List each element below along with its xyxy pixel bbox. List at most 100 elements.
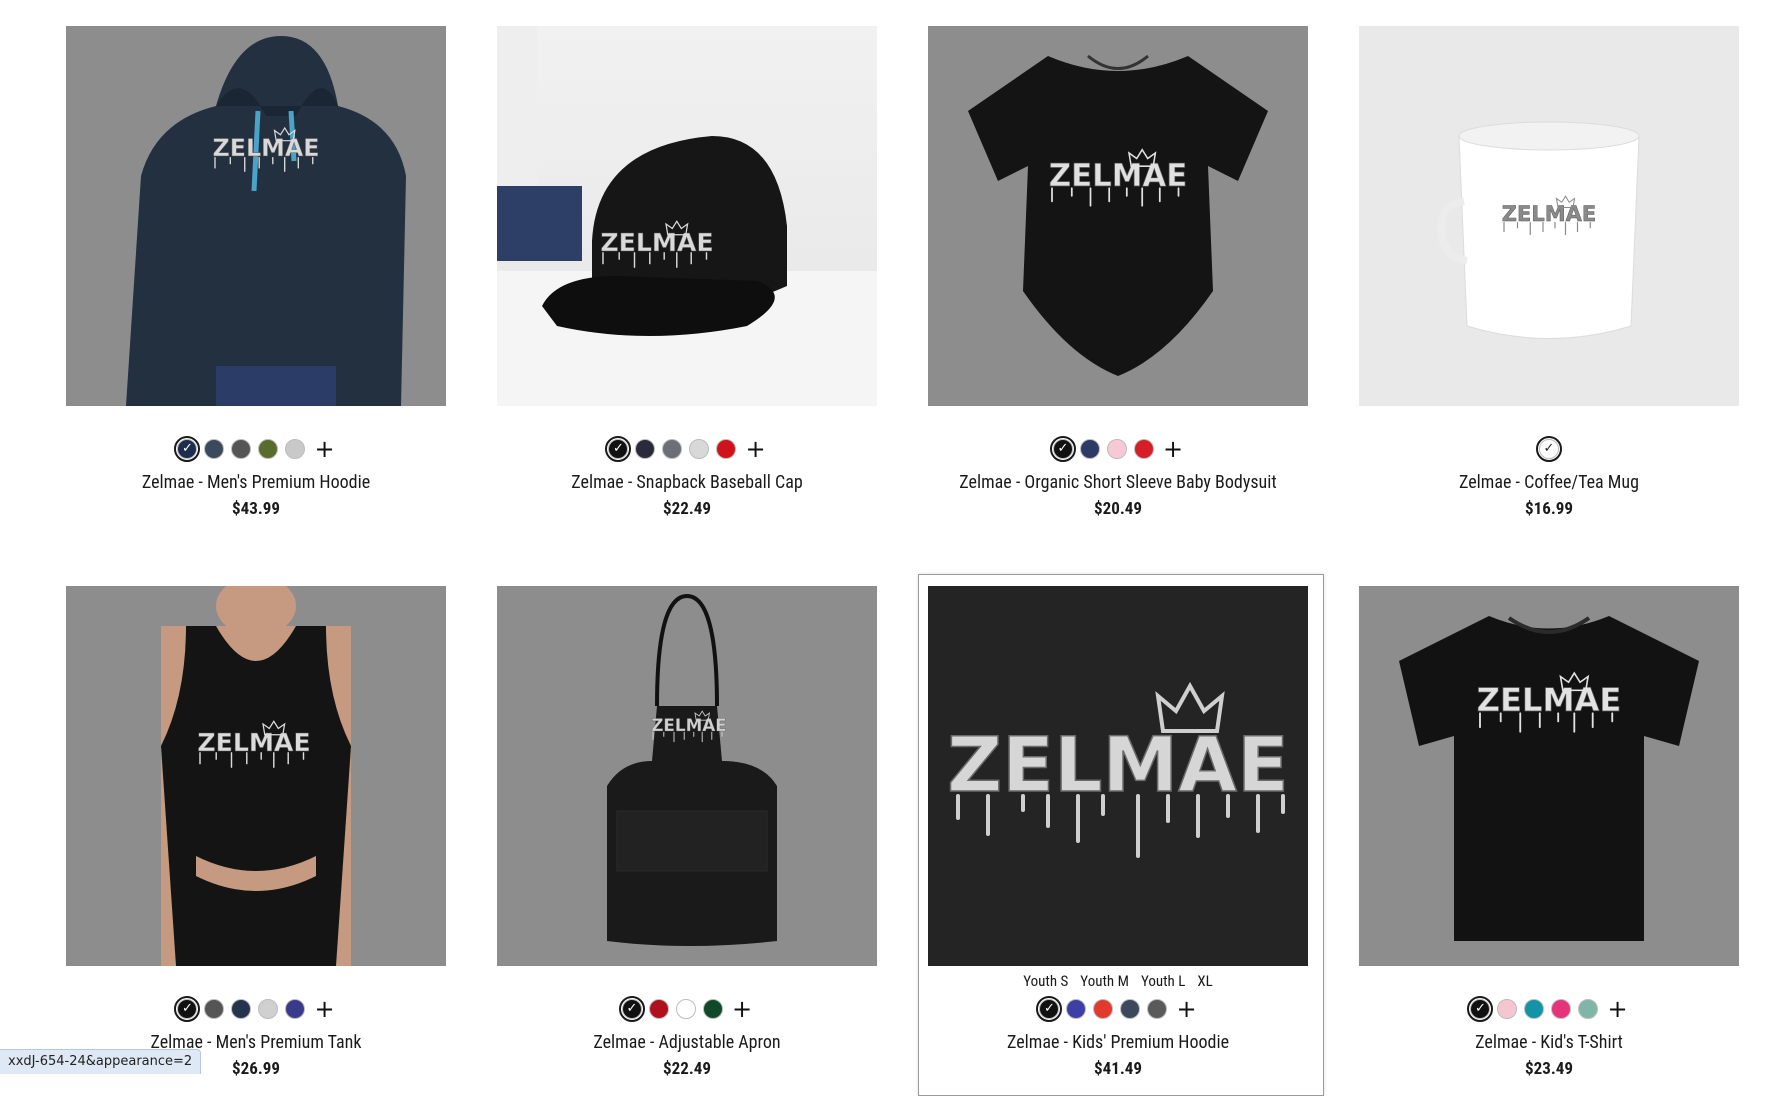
- product-image[interactable]: ZELMAE: [1359, 26, 1739, 406]
- mug-shape: [1458, 125, 1640, 339]
- product-title[interactable]: Zelmae - Men's Premium Hoodie: [66, 472, 446, 493]
- check-icon: ✓: [181, 1000, 193, 1016]
- color-swatch[interactable]: [1093, 999, 1114, 1019]
- product-card[interactable]: ZELMAE Youth S Youth M Youth L XL ✓ + Zelmae - …: [928, 586, 1308, 1079]
- more-colors-button[interactable]: +: [314, 437, 334, 461]
- color-swatches: ✓: [1359, 436, 1739, 462]
- color-swatch[interactable]: [1066, 999, 1087, 1019]
- size-option[interactable]: Youth L: [1141, 972, 1185, 990]
- product-title[interactable]: Zelmae - Kid's T-Shirt: [1359, 1032, 1739, 1053]
- more-colors-button[interactable]: +: [1607, 997, 1627, 1021]
- color-swatches: ✓ +: [1359, 996, 1739, 1022]
- check-icon: ✓: [612, 440, 624, 456]
- color-swatch[interactable]: ✓: [174, 996, 201, 1022]
- color-swatches: ✓ +: [66, 436, 446, 462]
- color-swatch[interactable]: [1079, 439, 1100, 459]
- product-card[interactable]: ZELMAE ✓ + Zelmae - Kid's T-Shirt $23.49: [1359, 586, 1739, 1079]
- svg-text:ZELMAE: ZELMAE: [600, 228, 713, 257]
- svg-text:ZELMAE: ZELMAE: [1049, 158, 1188, 194]
- color-swatch[interactable]: [231, 439, 252, 459]
- product-image[interactable]: ZELMAE: [66, 26, 446, 406]
- product-image[interactable]: ZELMAE: [66, 586, 446, 966]
- check-icon: ✓: [1543, 440, 1555, 456]
- product-price: $22.49: [663, 1059, 711, 1079]
- color-swatch[interactable]: [1497, 999, 1518, 1019]
- product-title[interactable]: Zelmae - Coffee/Tea Mug: [1359, 472, 1739, 493]
- size-option[interactable]: Youth S: [1023, 972, 1068, 990]
- product-image[interactable]: ZELMAE: [497, 586, 877, 966]
- svg-text:ZELMAE: ZELMAE: [197, 728, 310, 757]
- product-grid: ZELMAE ✓ + Zelmae - Men's Premium Hoodie $43…: [0, 0, 1775, 1096]
- more-colors-button[interactable]: +: [1163, 437, 1183, 461]
- product-card[interactable]: ZELMAE ✓ Zelmae - Coffee/Tea Mug $16.99: [1359, 26, 1739, 519]
- tank-shape: [161, 626, 351, 966]
- product-card[interactable]: ZELMAE ✓ + Zelmae - Men's Premium Tank $26.9…: [66, 586, 446, 1079]
- color-swatch[interactable]: [258, 999, 279, 1019]
- size-options: Youth S Youth M Youth L XL: [928, 972, 1308, 990]
- color-swatch[interactable]: ✓: [1049, 436, 1076, 462]
- color-swatch[interactable]: [231, 999, 252, 1019]
- color-swatch[interactable]: [689, 439, 710, 459]
- color-swatch[interactable]: [1578, 999, 1599, 1019]
- more-colors-button[interactable]: +: [1176, 997, 1196, 1021]
- product-card[interactable]: ZELMAE ✓ + Zelmae - Adjustable Apron $22.49: [497, 586, 877, 1079]
- color-swatches: ✓ +: [928, 996, 1308, 1022]
- status-url-tooltip: xxdJ-654-24&appearance=2: [0, 1049, 202, 1074]
- product-card[interactable]: ZELMAE ✓ + Zelmae - Men's Premium Hoodie $43…: [66, 26, 446, 519]
- color-swatches: ✓ +: [497, 996, 877, 1022]
- color-swatch[interactable]: [204, 439, 225, 459]
- color-swatch[interactable]: ✓: [605, 436, 632, 462]
- product-image[interactable]: ZELMAE: [928, 26, 1308, 406]
- more-colors-button[interactable]: +: [314, 997, 334, 1021]
- color-swatch[interactable]: [1147, 999, 1168, 1019]
- color-swatch[interactable]: [1120, 999, 1141, 1019]
- product-title[interactable]: Zelmae - Snapback Baseball Cap: [497, 472, 877, 493]
- size-option[interactable]: Youth M: [1080, 972, 1129, 990]
- more-colors-button[interactable]: +: [745, 437, 765, 461]
- color-swatch[interactable]: [716, 439, 737, 459]
- hoodie-shape: [126, 36, 406, 406]
- svg-text:ZELMAE: ZELMAE: [1477, 681, 1622, 719]
- product-title[interactable]: Zelmae - Kids' Premium Hoodie: [928, 1032, 1308, 1053]
- product-card[interactable]: ZELMAE ✓ + Zelmae - Organic Short Sleeve Ba…: [928, 26, 1308, 519]
- check-icon: ✓: [626, 1000, 638, 1016]
- color-swatch[interactable]: ✓: [174, 436, 201, 462]
- color-swatch[interactable]: ✓: [1536, 436, 1562, 462]
- more-colors-button[interactable]: +: [732, 997, 752, 1021]
- color-swatch[interactable]: [648, 999, 669, 1019]
- product-title[interactable]: Zelmae - Organic Short Sleeve Baby Bodys…: [928, 472, 1308, 493]
- color-swatch[interactable]: [702, 999, 723, 1019]
- size-option[interactable]: XL: [1197, 972, 1212, 990]
- color-swatch[interactable]: ✓: [1467, 996, 1494, 1022]
- color-swatch[interactable]: [1524, 999, 1545, 1019]
- color-swatch[interactable]: ✓: [618, 996, 645, 1022]
- product-price: $22.49: [663, 499, 711, 519]
- check-icon: ✓: [181, 440, 193, 456]
- product-price: $43.99: [232, 499, 280, 519]
- product-title[interactable]: Zelmae - Adjustable Apron: [497, 1032, 877, 1053]
- product-image[interactable]: ZELMAE: [497, 26, 877, 406]
- bodysuit-shape: [968, 56, 1268, 376]
- color-swatch[interactable]: [675, 999, 696, 1019]
- tshirt-shape: [1399, 616, 1699, 941]
- check-icon: ✓: [1057, 440, 1069, 456]
- product-price: $16.99: [1525, 499, 1573, 519]
- product-card[interactable]: ZELMAE ✓ + Zelmae - Snapback Baseball Cap $2…: [497, 26, 877, 519]
- color-swatch[interactable]: ✓: [1036, 996, 1063, 1022]
- color-swatch[interactable]: [1133, 439, 1154, 459]
- color-swatch[interactable]: [662, 439, 683, 459]
- color-swatch[interactable]: [204, 999, 225, 1019]
- check-icon: ✓: [1474, 1000, 1486, 1016]
- color-swatch[interactable]: [1106, 439, 1127, 459]
- color-swatch[interactable]: [285, 439, 306, 459]
- product-price: $23.49: [1525, 1059, 1573, 1079]
- color-swatch[interactable]: [285, 999, 306, 1019]
- color-swatch[interactable]: [258, 439, 279, 459]
- color-swatches: ✓ +: [928, 436, 1308, 462]
- product-image[interactable]: ZELMAE: [1359, 586, 1739, 966]
- color-swatch[interactable]: [1551, 999, 1572, 1019]
- color-swatches: ✓ +: [66, 996, 446, 1022]
- product-image[interactable]: ZELMAE: [928, 586, 1308, 966]
- svg-text:ZELMAE: ZELMAE: [212, 134, 319, 162]
- color-swatch[interactable]: [635, 439, 656, 459]
